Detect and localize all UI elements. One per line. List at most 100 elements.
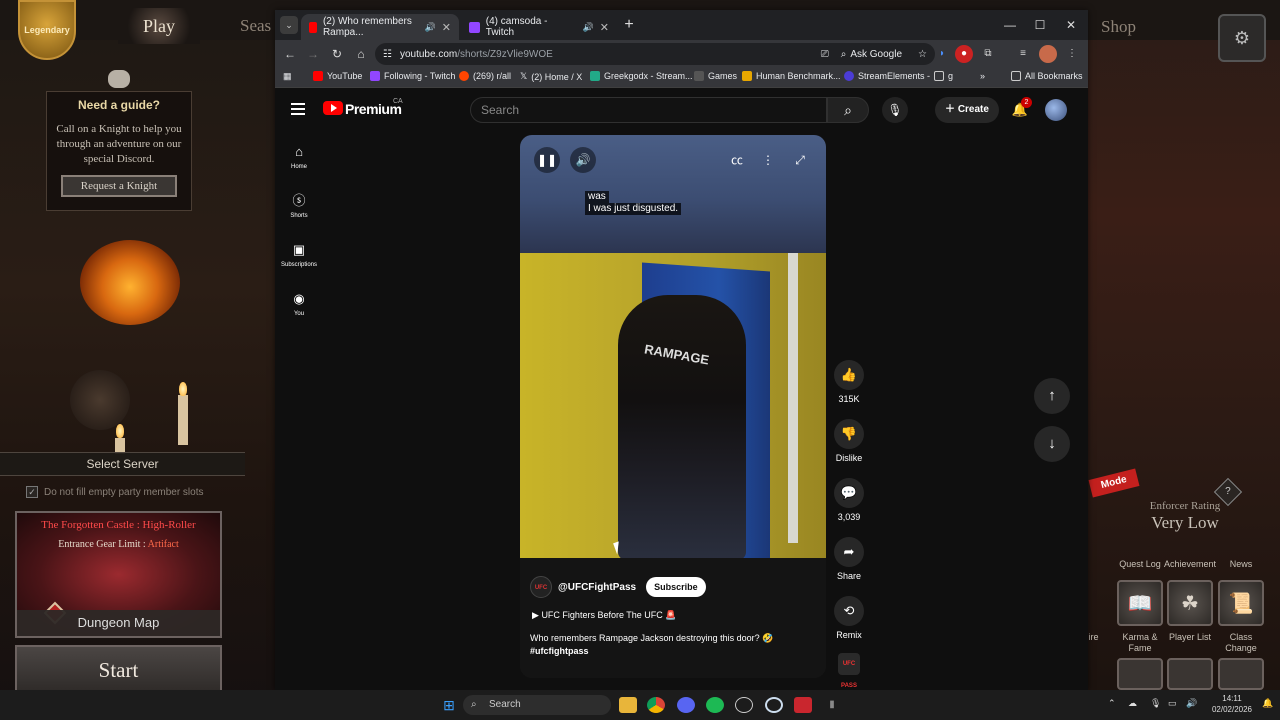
maximize-icon[interactable]: ☐ — [1028, 16, 1052, 34]
file-explorer-icon[interactable] — [619, 697, 637, 713]
microphone-icon[interactable]: 🎙 — [882, 97, 908, 123]
audio-icon[interactable]: 🔊 — [583, 22, 594, 33]
taskbar-search[interactable]: ⌕ Search — [463, 695, 611, 715]
remix-button[interactable]: ⟲ Remix — [830, 596, 868, 640]
subscribe-button[interactable]: Subscribe — [646, 577, 706, 597]
bookmark-greekgodx[interactable]: Greekgodx - Stream... — [590, 71, 693, 81]
menu-dots-icon[interactable]: ⋮ — [1063, 45, 1081, 63]
discord-icon[interactable] — [677, 697, 695, 713]
menu-tile[interactable] — [1218, 658, 1264, 690]
sidebar-item-shorts[interactable]: ⓢ Shorts — [275, 193, 323, 219]
volume-icon[interactable]: 🔊 — [570, 147, 596, 173]
more-options-icon[interactable]: ⋮ — [755, 147, 781, 173]
tab-search-icon[interactable]: ⌄ — [280, 16, 298, 34]
fill-slots-checkbox[interactable]: ✓ — [26, 486, 38, 498]
ccleaner-icon[interactable] — [765, 697, 783, 713]
tab-twitch[interactable]: (4) camsoda - Twitch 🔊 ✕ — [461, 14, 617, 40]
shop-tab[interactable]: Shop — [1101, 17, 1136, 37]
microphone-icon[interactable]: 🎙 — [1150, 698, 1161, 709]
address-bar[interactable]: ☷ youtube.com/shorts/Z9zVlie9WOE ⎚ ⌕ Ask… — [375, 43, 935, 65]
play-tab[interactable]: Play — [118, 8, 200, 44]
sidebar-item-you[interactable]: ◉ You — [275, 291, 323, 317]
tray-chevron-icon[interactable]: ⌃ — [1108, 698, 1116, 709]
new-tab-icon[interactable]: + — [620, 17, 638, 35]
bookmark-reddit[interactable]: (269) r/all — [459, 71, 511, 81]
chrome-icon[interactable] — [647, 697, 665, 713]
menu-tile[interactable] — [1167, 658, 1213, 690]
sidebar-item-home[interactable]: ⌂ Home — [275, 144, 323, 170]
extension-icon[interactable]: ◗ — [933, 45, 951, 63]
like-button[interactable]: 👍 315K — [830, 360, 868, 404]
audio-icon[interactable]: 🔊 — [425, 22, 436, 33]
bookmark-games[interactable]: Games — [694, 71, 737, 81]
short-player[interactable]: RAMPAGE ❚❚ 🔊 ㏄ ⋮ ⤢ was I was just disgus… — [520, 135, 826, 678]
dislike-button[interactable]: 👎 Dislike — [830, 419, 868, 463]
next-short-icon[interactable]: ↓ — [1034, 426, 1070, 462]
close-tab-icon[interactable]: ✕ — [442, 21, 451, 34]
game-app-icon[interactable] — [794, 697, 812, 713]
book-icon[interactable]: 📖 — [1117, 580, 1163, 626]
site-info-icon[interactable]: ☷ — [383, 49, 392, 60]
achievement-tab[interactable]: Achievement — [1163, 559, 1217, 569]
volume-icon[interactable]: 🔊 — [1186, 698, 1197, 709]
quest-log-tab[interactable]: Quest Log — [1118, 559, 1162, 569]
dungeon-card[interactable]: The Forgotten Castle : High-Roller Entra… — [15, 511, 222, 638]
close-window-icon[interactable]: ✕ — [1059, 16, 1083, 34]
captions-icon[interactable]: ㏄ — [724, 147, 750, 173]
notification-icon[interactable]: 🔔 — [1262, 698, 1273, 709]
select-server-button[interactable]: Select Server — [0, 452, 245, 476]
start-button[interactable]: Start — [15, 645, 222, 695]
bookmark-youtube[interactable]: YouTube — [313, 71, 362, 81]
clock[interactable]: 14:11 02/02/2026 — [1207, 693, 1257, 715]
more-bookmarks-icon[interactable]: » — [980, 71, 985, 81]
bookmark-twitch[interactable]: Following - Twitch — [370, 71, 455, 81]
scroll-icon[interactable]: 📜 — [1218, 580, 1264, 626]
app-icon[interactable]: ▮ — [823, 697, 841, 713]
onedrive-icon[interactable]: ☁ — [1128, 698, 1137, 709]
all-bookmarks[interactable]: All Bookmarks — [1011, 71, 1083, 81]
seasons-tab[interactable]: Seas — [240, 16, 271, 36]
settings-icon[interactable]: ⚙ — [1218, 14, 1266, 62]
network-icon[interactable]: ▭ — [1168, 698, 1177, 709]
request-knight-button[interactable]: Request a Knight — [61, 175, 177, 197]
home-icon[interactable]: ⌂ — [352, 45, 370, 63]
bookmark-human-benchmark[interactable]: Human Benchmark... — [742, 71, 841, 81]
media-control-icon[interactable]: ≡ — [1014, 45, 1032, 63]
channel-name[interactable]: @UFCFightPass — [558, 582, 636, 593]
search-icon[interactable]: ⌕ — [827, 97, 869, 123]
menu-icon[interactable] — [291, 103, 305, 115]
back-icon[interactable]: ← — [281, 45, 299, 63]
ask-google-button[interactable]: ⎚ ⌕ Ask Google ☆ — [821, 45, 927, 63]
dungeon-map-button[interactable]: Dungeon Map — [17, 610, 220, 636]
laurel-icon[interactable]: ☘ — [1167, 580, 1213, 626]
comments-button[interactable]: 💬 3,039 — [830, 478, 868, 522]
fullscreen-icon[interactable]: ⤢ — [787, 147, 813, 173]
reload-icon[interactable]: ↻ — [328, 45, 346, 63]
youtube-logo-icon[interactable] — [323, 101, 343, 115]
pause-icon[interactable]: ❚❚ — [534, 147, 560, 173]
minimize-icon[interactable]: — — [998, 16, 1022, 34]
channel-avatar[interactable]: UFC — [530, 576, 552, 598]
avatar[interactable] — [1045, 99, 1067, 121]
spotify-icon[interactable] — [706, 697, 724, 713]
app-icon[interactable] — [735, 697, 753, 713]
extension-icon[interactable]: ● — [955, 45, 973, 63]
bookmark-streamelements[interactable]: StreamElements - — [844, 71, 930, 81]
forward-icon[interactable]: → — [304, 45, 322, 63]
create-button[interactable]: ＋ Create — [935, 97, 999, 123]
bookmark-folder-g[interactable]: g — [934, 71, 953, 81]
search-input[interactable]: Search — [470, 97, 827, 123]
fight-pass-logo[interactable]: UFC PASS — [838, 653, 860, 689]
menu-tile[interactable] — [1117, 658, 1163, 690]
bookmark-x[interactable]: 𝕏 (2) Home / X — [520, 71, 582, 82]
fill-slots-option[interactable]: ✓ Do not fill empty party member slots — [26, 486, 204, 498]
apps-grid-icon[interactable]: ▦ — [283, 71, 292, 82]
windows-start-icon[interactable]: ⊞ — [440, 697, 458, 713]
extensions-puzzle-icon[interactable]: ⧉ — [979, 45, 997, 63]
previous-short-icon[interactable]: ↑ — [1034, 378, 1070, 414]
sidebar-item-subscriptions[interactable]: ▣ Subscriptions — [275, 242, 323, 268]
tab-youtube[interactable]: (2) Who remembers Rampa... 🔊 ✕ — [301, 14, 459, 40]
hashtag-link[interactable]: #ufcfightpass — [530, 646, 589, 656]
news-tab[interactable]: News — [1224, 559, 1258, 569]
bookmark-star-icon[interactable]: ☆ — [918, 49, 927, 60]
